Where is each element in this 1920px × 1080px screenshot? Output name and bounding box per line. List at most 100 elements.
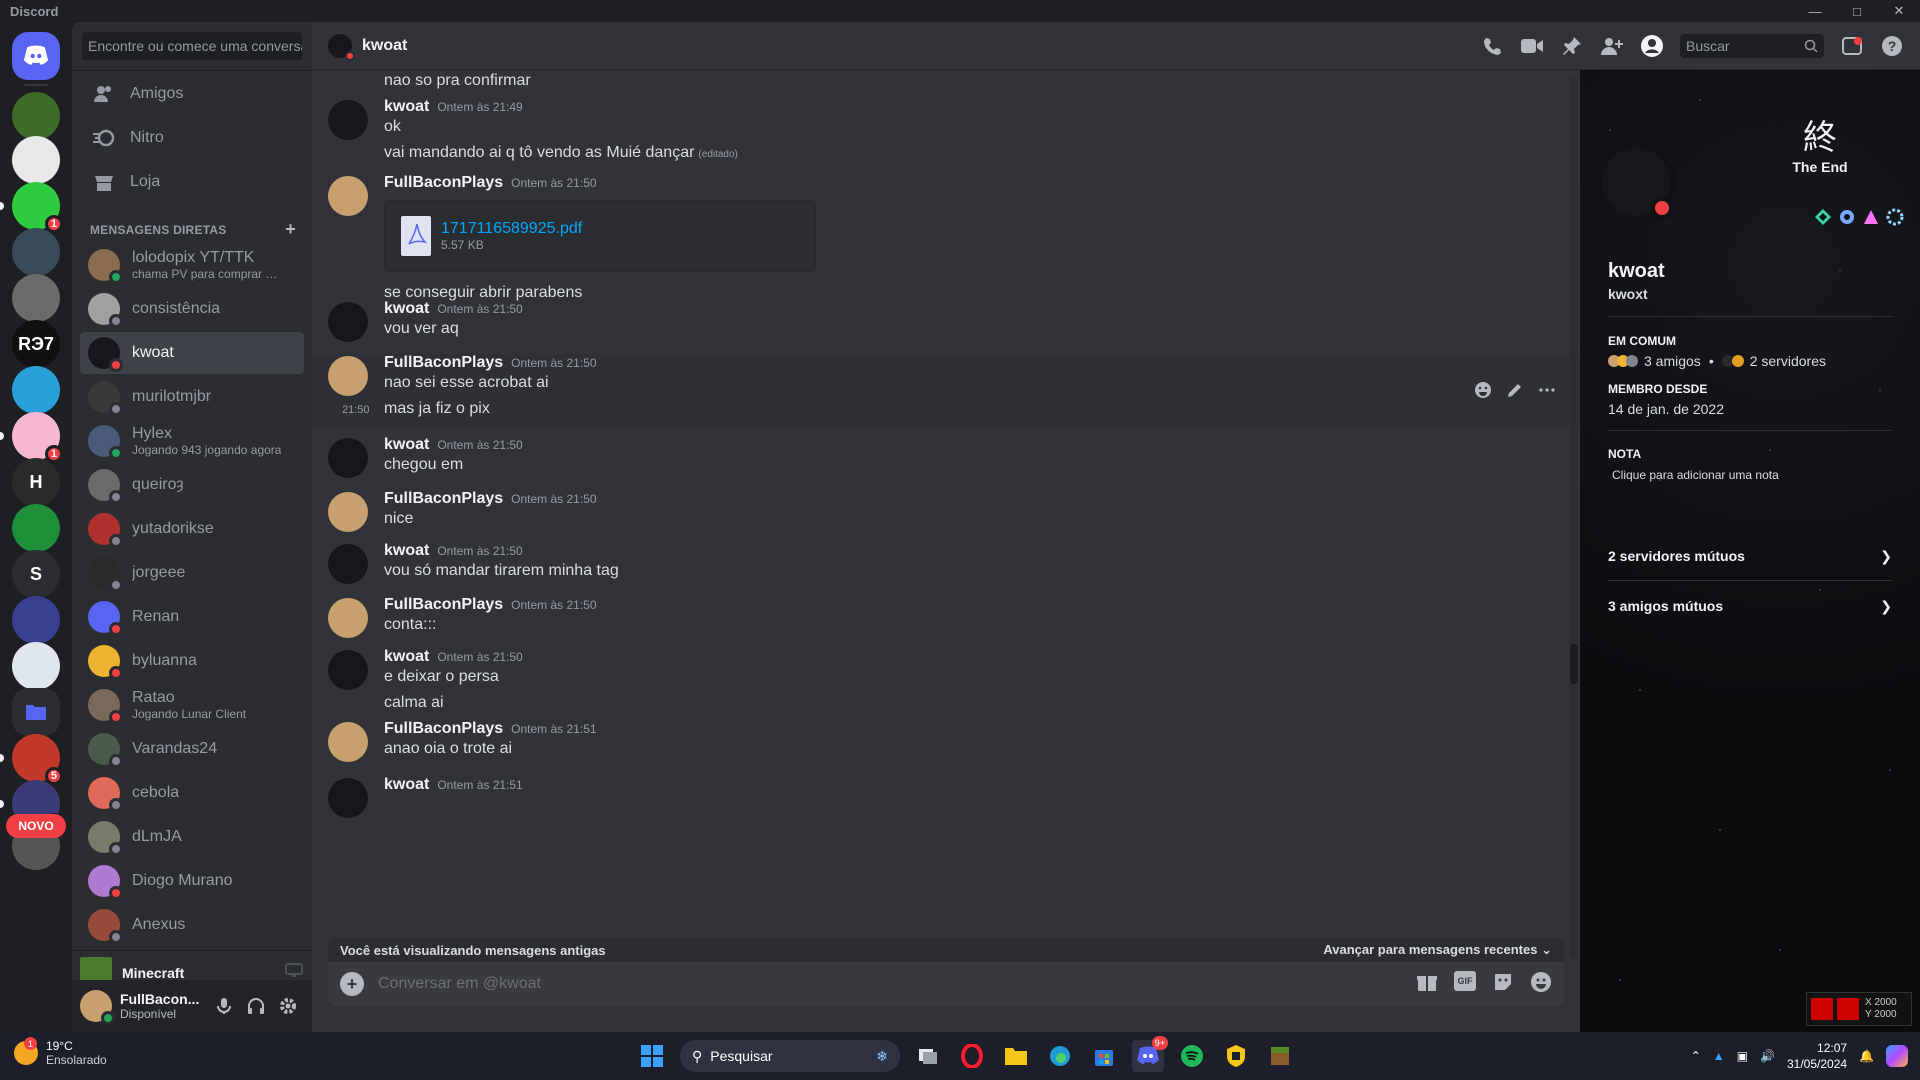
server-icon[interactable] [12, 228, 60, 276]
microphone-icon[interactable] [208, 990, 240, 1022]
store-icon[interactable] [1088, 1040, 1120, 1072]
servers-count[interactable]: 2 servidores [1750, 353, 1826, 369]
create-dm-icon[interactable]: + [285, 219, 296, 240]
gear-icon[interactable] [272, 990, 304, 1022]
dm-item[interactable]: Renan [80, 596, 304, 638]
task-view-icon[interactable] [912, 1040, 944, 1072]
spotify-icon[interactable] [1176, 1040, 1208, 1072]
message-author[interactable]: kwoat [384, 542, 429, 560]
hypesquad-badge-icon[interactable] [1814, 208, 1832, 226]
message[interactable]: kwoat Ontem às 21:50 vou ver aq [312, 300, 1580, 342]
dm-item[interactable]: queiroȝ [80, 464, 304, 506]
more-options-icon[interactable] [1538, 381, 1556, 404]
dm-item[interactable]: byluanna [80, 640, 304, 682]
server-icon[interactable] [12, 92, 60, 140]
server-icon[interactable] [12, 688, 60, 736]
avatar[interactable] [328, 598, 368, 638]
message[interactable]: FullBaconPlays Ontem às 21:50 171711658992… [312, 174, 1580, 304]
notification-bell-icon[interactable]: 🔔 [1859, 1049, 1874, 1063]
message-composer[interactable]: + Conversar em @kwoat GIF [328, 962, 1564, 1006]
avatar[interactable] [328, 302, 368, 342]
emoji-icon[interactable] [1530, 971, 1552, 998]
find-conversation-input[interactable]: Encontre ou comece uma conversa [82, 32, 302, 60]
avatar[interactable] [328, 492, 368, 532]
headphones-icon[interactable] [240, 990, 272, 1022]
message-author[interactable]: kwoat [384, 776, 429, 794]
sticker-icon[interactable] [1492, 971, 1514, 998]
friends-count[interactable]: 3 amigos [1644, 353, 1701, 369]
quest-badge-icon[interactable] [1886, 208, 1904, 226]
gif-icon[interactable]: GIF [1454, 970, 1476, 991]
avatar[interactable] [328, 650, 368, 690]
server-icon[interactable]: 5 [12, 734, 63, 785]
boost-badge-icon[interactable] [1862, 208, 1880, 226]
maximize-icon[interactable]: □ [1836, 0, 1878, 22]
message[interactable]: FullBaconPlays Ontem às 21:50 nao sei esse… [312, 354, 1580, 426]
avatar[interactable] [328, 100, 368, 140]
avatar[interactable] [328, 438, 368, 478]
dm-item[interactable]: jorgeee [80, 552, 304, 594]
profile-icon[interactable] [1640, 34, 1664, 58]
close-icon[interactable]: ✕ [1878, 0, 1920, 22]
dm-item[interactable]: cebola [80, 772, 304, 814]
inbox-icon[interactable] [1840, 34, 1864, 58]
discord-taskbar-icon[interactable]: 9+ [1132, 1036, 1168, 1072]
avatar[interactable] [80, 990, 115, 1025]
jump-to-present-button[interactable]: Avançar para mensagens recentes ⌄ [1323, 942, 1552, 958]
file-attachment[interactable]: 1717116589925.pdf 5.57 KB [384, 200, 816, 272]
avatar[interactable] [328, 176, 368, 216]
nav-item-amigos[interactable]: Amigos [80, 73, 304, 115]
server-icon[interactable]: H [12, 458, 60, 506]
message[interactable]: kwoat Ontem às 21:50 vou só mandar tirarem… [312, 542, 1580, 584]
message-author[interactable]: FullBaconPlays [384, 354, 503, 372]
server-icon[interactable] [12, 136, 60, 184]
server-icon[interactable]: 1 [12, 182, 63, 233]
message[interactable]: FullBaconPlays Ontem às 21:50 conta::: [312, 596, 1580, 638]
shield-app-icon[interactable] [1220, 1040, 1252, 1072]
message[interactable]: FullBaconPlays Ontem às 21:50 nice [312, 490, 1580, 532]
windows-start-icon[interactable] [636, 1040, 668, 1072]
nav-item-nitro[interactable]: Nitro [80, 117, 304, 159]
dm-item[interactable]: lolodopix YT/TTK chama PV para comprar u.… [80, 244, 304, 286]
help-icon[interactable]: ? [1880, 34, 1904, 58]
dm-item[interactable]: kwoat [80, 332, 304, 374]
video-icon[interactable] [1520, 34, 1544, 58]
upload-plus-icon[interactable]: + [340, 972, 364, 996]
clock[interactable]: 12:07 31/05/2024 [1787, 1040, 1847, 1072]
search-input[interactable]: Buscar [1680, 34, 1824, 58]
dm-item[interactable]: Diogo Murano [80, 860, 304, 902]
dm-item[interactable]: Anexus [80, 904, 304, 946]
server-icon[interactable] [12, 366, 60, 414]
profile-avatar[interactable] [1596, 142, 1676, 222]
edit-pencil-icon[interactable] [1506, 381, 1524, 404]
nav-item-loja[interactable]: Loja [80, 161, 304, 203]
phone-icon[interactable] [1480, 34, 1504, 58]
message-author[interactable]: kwoat [384, 300, 429, 318]
message-author[interactable]: FullBaconPlays [384, 720, 503, 738]
dm-item[interactable]: Varandas24 [80, 728, 304, 770]
avatar[interactable] [328, 722, 368, 762]
message-input[interactable]: Conversar em @kwoat [378, 975, 1416, 993]
direct-messages-home-button[interactable] [12, 32, 60, 80]
dm-item[interactable]: dLmJA [80, 816, 304, 858]
add-member-icon[interactable] [1600, 34, 1624, 58]
dm-item[interactable]: Ratao Jogando Lunar Client [80, 684, 304, 726]
message-author[interactable]: FullBaconPlays [384, 490, 503, 508]
message-author[interactable]: kwoat [384, 98, 429, 116]
message[interactable]: FullBaconPlays Ontem às 21:51 anao oia o t… [312, 720, 1580, 762]
weather-widget[interactable]: 1 19°C Ensolarado [14, 1037, 107, 1067]
nitro-badge-icon[interactable] [1838, 208, 1856, 226]
server-icon[interactable] [12, 596, 60, 644]
scrollbar-thumb[interactable] [1570, 644, 1578, 684]
network-icon[interactable]: ▣ [1737, 1049, 1748, 1063]
message-author[interactable]: FullBaconPlays [384, 174, 503, 192]
message-author[interactable]: kwoat [384, 648, 429, 666]
volume-icon[interactable]: 🔊 [1760, 1049, 1775, 1063]
tray-app-icon[interactable]: ▲ [1713, 1049, 1725, 1063]
message[interactable]: nao so pra confirmar [312, 70, 1580, 92]
scrollbar[interactable] [1570, 78, 1578, 958]
mutual-friends-row[interactable]: 3 amigos mútuos ❯ [1596, 582, 1904, 630]
avatar[interactable] [328, 356, 368, 396]
pin-icon[interactable] [1560, 34, 1584, 58]
server-icon[interactable] [12, 642, 60, 690]
